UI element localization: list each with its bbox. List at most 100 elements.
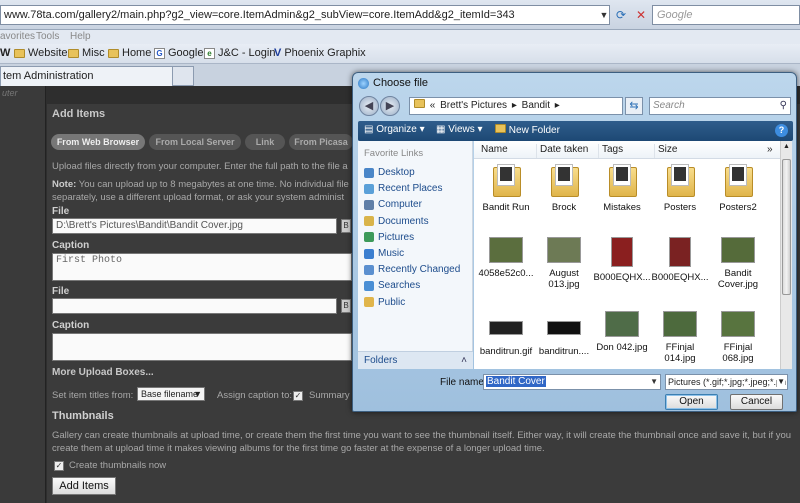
favorite-link-pictures[interactable]: Pictures xyxy=(364,232,414,243)
file-item[interactable]: August 013.jpg xyxy=(535,237,593,290)
favorite-link-label: Public xyxy=(378,296,406,308)
bookmark-phoenix-graphix[interactable]: V Phoenix Graphix xyxy=(274,47,366,59)
tab-link[interactable]: Link xyxy=(245,134,285,150)
file-item[interactable]: Bandit Cover.jpg xyxy=(709,237,767,290)
favorite-link-label: Music xyxy=(378,248,405,259)
file-item[interactable]: 4058e52c0... xyxy=(477,237,535,279)
create-thumbs-label: Create thumbnails now xyxy=(69,460,167,471)
favorite-link-recent-places[interactable]: Recent Places xyxy=(364,183,442,194)
folder-item[interactable]: Brock xyxy=(535,163,593,213)
computer-icon xyxy=(364,199,374,210)
favorite-link-music[interactable]: Music xyxy=(364,248,404,259)
stop-icon[interactable]: ✕ xyxy=(632,6,650,24)
browse-button-1[interactable]: B xyxy=(341,219,351,233)
file-item[interactable]: banditrun.gif xyxy=(477,311,535,357)
breadcrumb-item-bretts-pictures[interactable]: Brett's Pictures xyxy=(440,100,507,111)
folder-item[interactable]: Bandit Run xyxy=(477,163,535,213)
file-item[interactable]: banditrun.... xyxy=(535,311,593,357)
file-item[interactable]: B000EQHX... xyxy=(593,237,651,283)
column-date-taken[interactable]: Date taken xyxy=(536,144,598,158)
scrollbar[interactable]: ▲ xyxy=(780,141,792,369)
file-type-select[interactable]: Pictures (*.gif;*.jpg;*.jpeg;*.pn ▼ xyxy=(665,374,788,390)
summary-checkbox[interactable]: ✓ xyxy=(293,389,303,401)
address-dropdown-icon[interactable]: ▼ xyxy=(598,6,610,24)
bookmark-partial[interactable]: W xyxy=(0,47,10,59)
file-input-1[interactable]: D:\Brett's Pictures\Bandit\Bandit Cover.… xyxy=(52,218,337,234)
search-input[interactable]: Google xyxy=(652,5,800,25)
file-item-label: Don 042.jpg xyxy=(596,342,648,353)
refresh-icon[interactable]: ⟳ xyxy=(612,6,630,24)
views-icon: ▦ xyxy=(436,124,446,135)
file-item[interactable]: B000EQHX... xyxy=(651,237,709,283)
folder-item[interactable]: Posters xyxy=(651,163,709,213)
image-thumbnail xyxy=(611,237,633,267)
tab-item-administration[interactable]: tem Administration xyxy=(0,66,194,86)
browse-button-2[interactable]: B xyxy=(341,299,351,313)
file-item-label: FFinjal 014.jpg xyxy=(664,342,696,364)
bookmark-misc[interactable]: Misc xyxy=(68,47,105,59)
column-name[interactable]: Name xyxy=(478,144,536,158)
caption-textarea-1[interactable]: First Photo xyxy=(52,253,352,281)
tab-from-picasa[interactable]: From Picasa xyxy=(289,134,353,150)
file-item[interactable]: Don 042.jpg xyxy=(593,311,651,353)
file-input-2[interactable] xyxy=(52,298,337,314)
back-button[interactable]: ◀ xyxy=(359,96,379,116)
bookmark-google[interactable]: G Google xyxy=(154,47,203,59)
file-item[interactable]: FFinjal 068.jpg xyxy=(709,311,767,364)
thumbnails-text-1: Gallery can create thumbnails at upload … xyxy=(52,430,792,441)
bookmark-home[interactable]: Home xyxy=(108,47,151,59)
caption-textarea-2[interactable] xyxy=(52,333,352,361)
favorite-link-label: Computer xyxy=(378,199,422,211)
search-input[interactable]: Search ⚲ xyxy=(649,97,791,115)
bookmark-jc-login[interactable]: e J&C - Login xyxy=(204,47,275,59)
favorite-link-desktop[interactable]: Desktop xyxy=(364,167,415,178)
tab-from-local-server[interactable]: From Local Server xyxy=(149,134,241,150)
favorite-link-recently-changed[interactable]: Recently Changed xyxy=(364,264,460,275)
column-size[interactable]: Size xyxy=(654,144,764,158)
address-bar[interactable]: www.78ta.com/gallery2/main.php?g2_view=c… xyxy=(0,5,610,25)
image-thumbnail xyxy=(547,321,581,335)
new-tab-button[interactable] xyxy=(172,66,194,86)
forward-button[interactable]: ▶ xyxy=(380,96,400,116)
create-thumbs-checkbox[interactable]: ✓ xyxy=(54,459,64,471)
bookmark-website[interactable]: Website xyxy=(14,47,68,59)
folder-icon xyxy=(68,48,79,58)
menu-help[interactable]: Help xyxy=(70,31,91,42)
scroll-up-icon[interactable]: ▲ xyxy=(783,143,790,150)
organize-menu[interactable]: ▤ Organize ▾ xyxy=(364,124,425,135)
views-menu[interactable]: ▦ Views ▾ xyxy=(436,124,483,135)
folder-item[interactable]: Posters2 xyxy=(709,163,767,213)
column-tags[interactable]: Tags xyxy=(598,144,654,158)
scrollbar-thumb[interactable] xyxy=(782,159,791,295)
favorite-link-public[interactable]: Public xyxy=(364,297,405,308)
folders-toggle[interactable]: Folders ˄ xyxy=(358,351,473,369)
cancel-button[interactable]: Cancel xyxy=(730,394,783,410)
arrow-right-icon: ▶ xyxy=(385,100,395,112)
breadcrumb-item-bandit[interactable]: Bandit xyxy=(522,100,550,111)
file-item[interactable]: FFinjal 014.jpg xyxy=(651,311,709,364)
tab-from-web-browser[interactable]: From Web Browser xyxy=(51,134,145,150)
more-columns-icon[interactable]: » xyxy=(764,144,780,158)
set-titles-select[interactable]: Base filename ▼ xyxy=(137,387,205,401)
favorite-link-documents[interactable]: Documents xyxy=(364,216,429,227)
refresh-button[interactable]: ⇆ xyxy=(625,97,643,115)
add-items-button[interactable]: Add Items xyxy=(52,477,116,495)
image-thumbnail xyxy=(663,311,697,337)
checkbox-checked-icon: ✓ xyxy=(54,461,64,471)
breadcrumb[interactable]: « Brett's Pictures ▸ Bandit ▸ xyxy=(409,97,623,115)
file-name-input[interactable]: Bandit Cover ▼ xyxy=(483,374,661,390)
menu-tools[interactable]: Tools xyxy=(36,31,59,42)
more-upload-boxes-link[interactable]: More Upload Boxes... xyxy=(52,367,154,378)
new-folder-button[interactable]: New Folder xyxy=(495,124,560,136)
favorite-link-computer[interactable]: Computer xyxy=(364,199,422,210)
sidebar-heading: uter xyxy=(2,88,18,98)
open-button[interactable]: Open xyxy=(665,394,718,410)
chevron-down-icon[interactable]: ▼ xyxy=(650,375,658,389)
folder-item[interactable]: Mistakes xyxy=(593,163,651,213)
help-icon[interactable]: ? xyxy=(775,124,788,137)
file-item-label: B000EQHX... xyxy=(593,272,651,283)
file-item-label: Bandit Cover.jpg xyxy=(717,268,759,290)
set-titles-label: Set item titles from: xyxy=(52,390,134,401)
favorite-link-searches[interactable]: Searches xyxy=(364,280,420,291)
menu-favorites[interactable]: avorites xyxy=(0,31,35,42)
